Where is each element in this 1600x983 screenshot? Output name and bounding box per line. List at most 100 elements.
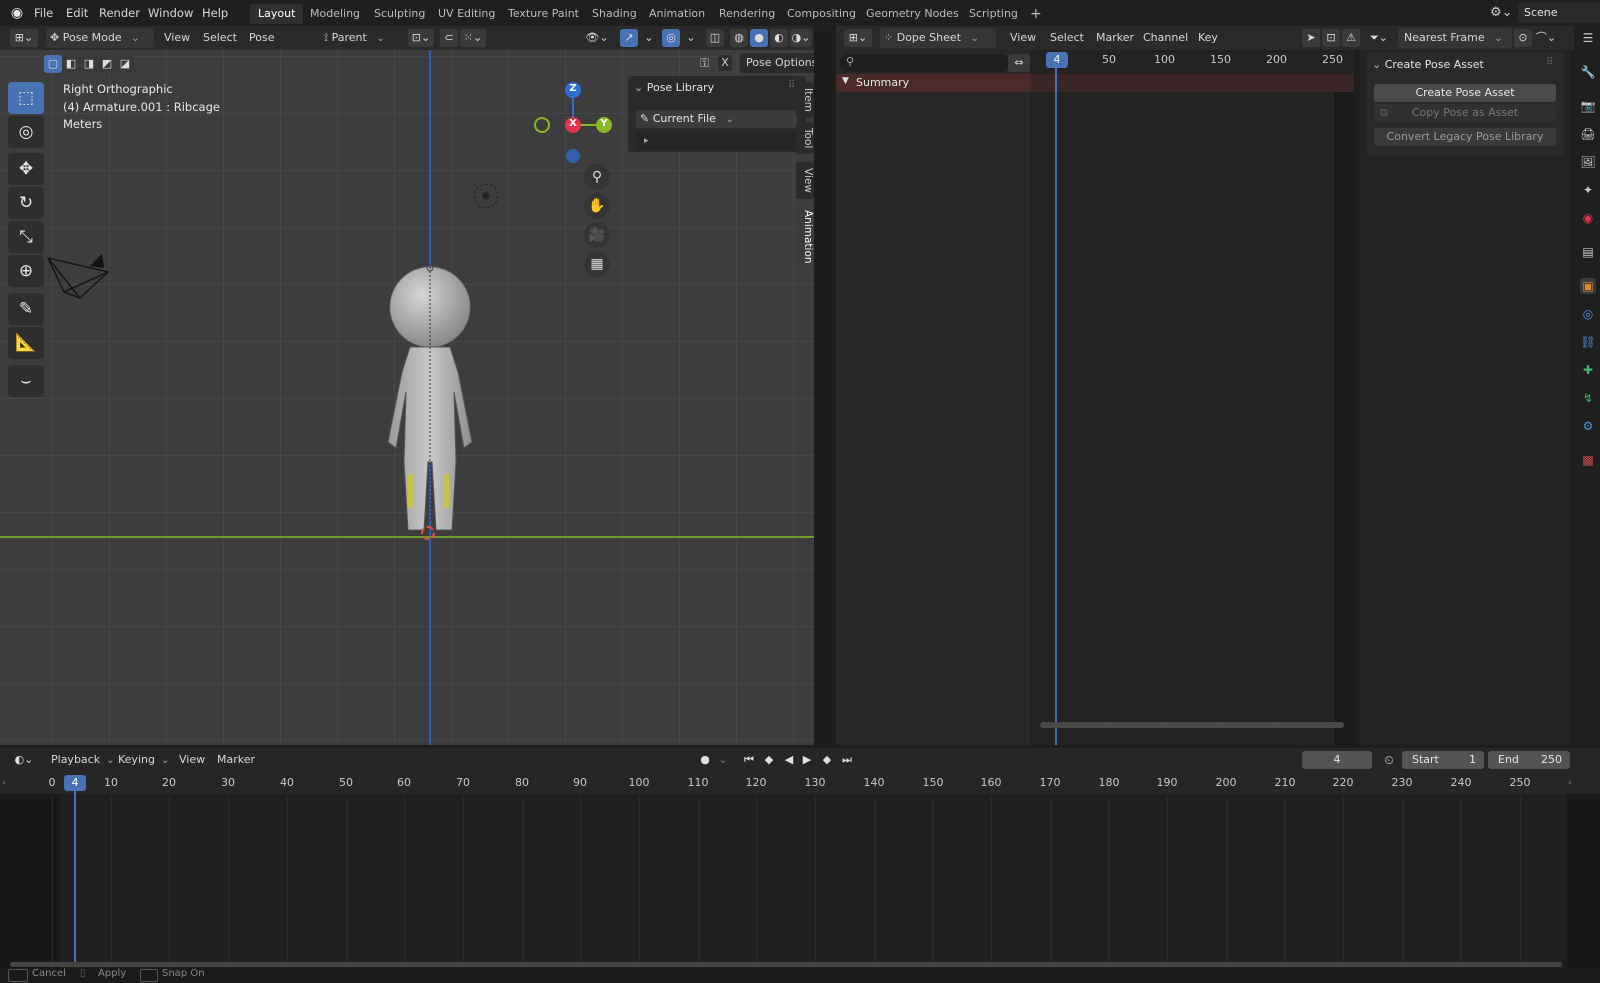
proportional-edit-icon[interactable]: ⊙: [1514, 29, 1532, 47]
select-intersect-icon[interactable]: ◪: [116, 55, 134, 73]
prev-keyframe-icon[interactable]: ◆: [760, 751, 778, 769]
current-frame-field[interactable]: 4: [1302, 751, 1372, 769]
overlay-icon[interactable]: ◎: [662, 29, 680, 47]
tab-view[interactable]: View: [796, 162, 814, 199]
overlay-dropdown-icon[interactable]: ⌄: [682, 29, 700, 47]
tab-animation[interactable]: Animation: [641, 4, 713, 24]
tab-rendering[interactable]: Rendering: [711, 4, 783, 24]
cursor-tool-icon[interactable]: ◎: [8, 116, 44, 148]
texture-properties-icon[interactable]: ▩: [1580, 452, 1596, 468]
viewport-menu-view[interactable]: View: [164, 28, 190, 48]
only-errors-icon[interactable]: ⚠: [1342, 29, 1360, 47]
wireframe-shading-icon[interactable]: ◍: [730, 29, 748, 47]
menu-help[interactable]: Help: [202, 4, 228, 22]
timeline-scrollbar[interactable]: [10, 962, 1562, 967]
tab-item[interactable]: Item: [796, 82, 814, 118]
menu-edit[interactable]: Edit: [66, 4, 88, 22]
tab-texture-paint[interactable]: Texture Paint: [500, 4, 587, 24]
record-dropdown-icon[interactable]: ⌄: [714, 751, 732, 769]
pose-list-expander[interactable]: ▸: [636, 132, 798, 150]
viewport-menu-select[interactable]: Select: [203, 28, 237, 48]
panel-drag-handle-icon[interactable]: ⠿: [1546, 57, 1553, 68]
render-properties-icon[interactable]: 📷: [1580, 98, 1596, 114]
dopesheet-menu-select[interactable]: Select: [1050, 28, 1084, 48]
tab-layout[interactable]: Layout: [250, 4, 304, 24]
armature-data-icon[interactable]: ✚: [1580, 362, 1596, 378]
collapse-right-icon[interactable]: ‹: [1568, 778, 1572, 788]
character-mesh[interactable]: [380, 262, 480, 552]
tab-shading[interactable]: Shading: [584, 4, 645, 24]
constraints-properties-icon[interactable]: ⛓: [1580, 334, 1596, 350]
create-pose-asset-button[interactable]: Create Pose Asset: [1374, 84, 1556, 102]
tab-uv-editing[interactable]: UV Editing: [430, 4, 503, 24]
zoom-icon[interactable]: ⚲: [584, 164, 610, 190]
playhead-frame-badge[interactable]: 4: [1046, 52, 1068, 68]
view-layer-icon[interactable]: 🖼: [1580, 154, 1596, 170]
visibility-icon[interactable]: 👁⌄: [584, 29, 610, 47]
timeline-editor-type-icon[interactable]: ◐⌄: [10, 751, 38, 769]
tab-compositing[interactable]: Compositing: [779, 4, 864, 24]
dopesheet-menu-key[interactable]: Key: [1198, 28, 1218, 48]
next-keyframe-icon[interactable]: ◆: [818, 751, 836, 769]
gizmo-dropdown-icon[interactable]: ⌄: [640, 29, 658, 47]
dopesheet-menu-channel[interactable]: Channel: [1143, 28, 1188, 48]
annotate-tool-icon[interactable]: ✎: [8, 293, 44, 325]
summary-channel-row[interactable]: ▼ Summary: [836, 74, 1030, 92]
filter-icon[interactable]: ⏷⌄: [1366, 29, 1392, 47]
tab-sculpting[interactable]: Sculpting: [366, 4, 433, 24]
transform-tool-icon[interactable]: ⊕: [8, 255, 44, 287]
timeline-area[interactable]: › ‹ 0 10 20 30 40 50 60 70 80 90 100 110 120 130 140 15…: [0, 772, 1600, 968]
falloff-icon[interactable]: ⌒⌄: [1534, 29, 1558, 47]
pose-library-header[interactable]: ⌄ Pose Library: [634, 81, 714, 94]
panel-drag-handle-icon[interactable]: ⠿: [788, 80, 795, 91]
blender-logo-icon[interactable]: ◉: [8, 4, 26, 22]
x-mirror-toggle[interactable]: X: [718, 55, 732, 71]
scene-icon[interactable]: ⚙⌄: [1490, 4, 1514, 22]
convert-legacy-pose-library-button[interactable]: Convert Legacy Pose Library: [1374, 128, 1556, 146]
viewport-menu-pose[interactable]: Pose: [249, 28, 274, 48]
bone-properties-icon[interactable]: ↯: [1580, 390, 1596, 406]
ortho-grid-icon[interactable]: ▦: [584, 251, 610, 277]
output-properties-icon[interactable]: 🖨: [1580, 126, 1596, 142]
material-shading-icon[interactable]: ◐: [770, 29, 788, 47]
timeline-playhead-badge[interactable]: 4: [64, 775, 86, 791]
tab-animation[interactable]: Animation: [796, 204, 814, 270]
scale-tool-icon[interactable]: ⤡: [8, 221, 44, 253]
snapping-selector[interactable]: Nearest Frame: [1398, 28, 1512, 48]
add-workspace-button[interactable]: +: [1022, 4, 1050, 24]
horizontal-scrollbar[interactable]: [1040, 722, 1344, 728]
rotate-tool-icon[interactable]: ↻: [8, 187, 44, 219]
3d-viewport[interactable]: ▢ ◧ ◨ ◩ ◪ ⬚ ◎ ✥ ↻ ⤡ ⊕ ✎ 📐 ⌣ Right Orthog…: [0, 50, 814, 745]
dopesheet-keyframe-area[interactable]: 50 100 150 200 250 4: [1030, 50, 1354, 745]
dopesheet-mode-selector[interactable]: ⁘ Dope Sheet: [880, 28, 996, 48]
solid-shading-icon[interactable]: ●: [750, 29, 768, 47]
show-hidden-icon[interactable]: ⊡: [1322, 29, 1340, 47]
timeline-menu-view[interactable]: View: [179, 750, 205, 770]
expand-channels-icon[interactable]: ›: [2, 778, 6, 788]
copy-pose-as-asset-button[interactable]: ⧉ Copy Pose as Asset: [1374, 104, 1556, 122]
camera-view-icon[interactable]: 🎥: [584, 222, 610, 248]
select-box-tool-icon[interactable]: ⬚: [8, 82, 44, 114]
light-object-icon[interactable]: ✺: [474, 184, 498, 208]
channel-search-input[interactable]: ⚲: [840, 54, 1010, 72]
measure-tool-icon[interactable]: 📐: [8, 327, 44, 359]
library-selector[interactable]: ✎ Current File: [636, 110, 798, 128]
snap-icon[interactable]: ⊂: [440, 29, 458, 47]
select-subtract-icon[interactable]: ◨: [80, 55, 98, 73]
tab-scripting[interactable]: Scripting: [961, 4, 1026, 24]
play-icon[interactable]: ▶: [798, 751, 816, 769]
menu-file[interactable]: File: [34, 4, 53, 22]
move-tool-icon[interactable]: ✥: [8, 153, 44, 185]
mode-selector[interactable]: ✥ Pose Mode: [46, 28, 154, 48]
menu-window[interactable]: Window: [148, 4, 193, 22]
tab-tool[interactable]: Tool: [796, 122, 814, 155]
menu-render[interactable]: Render: [99, 4, 140, 22]
only-selected-icon[interactable]: ➤: [1302, 29, 1320, 47]
bone-size-tool-icon[interactable]: ⌣: [8, 365, 44, 397]
create-pose-asset-header[interactable]: ⌄ Create Pose Asset: [1372, 58, 1484, 71]
pose-options-dropdown[interactable]: Pose Options: [740, 53, 814, 73]
preview-range-clock-icon[interactable]: ⏲: [1380, 751, 1398, 769]
select-invert-icon[interactable]: ◩: [98, 55, 116, 73]
pan-hand-icon[interactable]: ✋: [584, 193, 610, 219]
end-frame-field[interactable]: End 250: [1488, 751, 1570, 769]
